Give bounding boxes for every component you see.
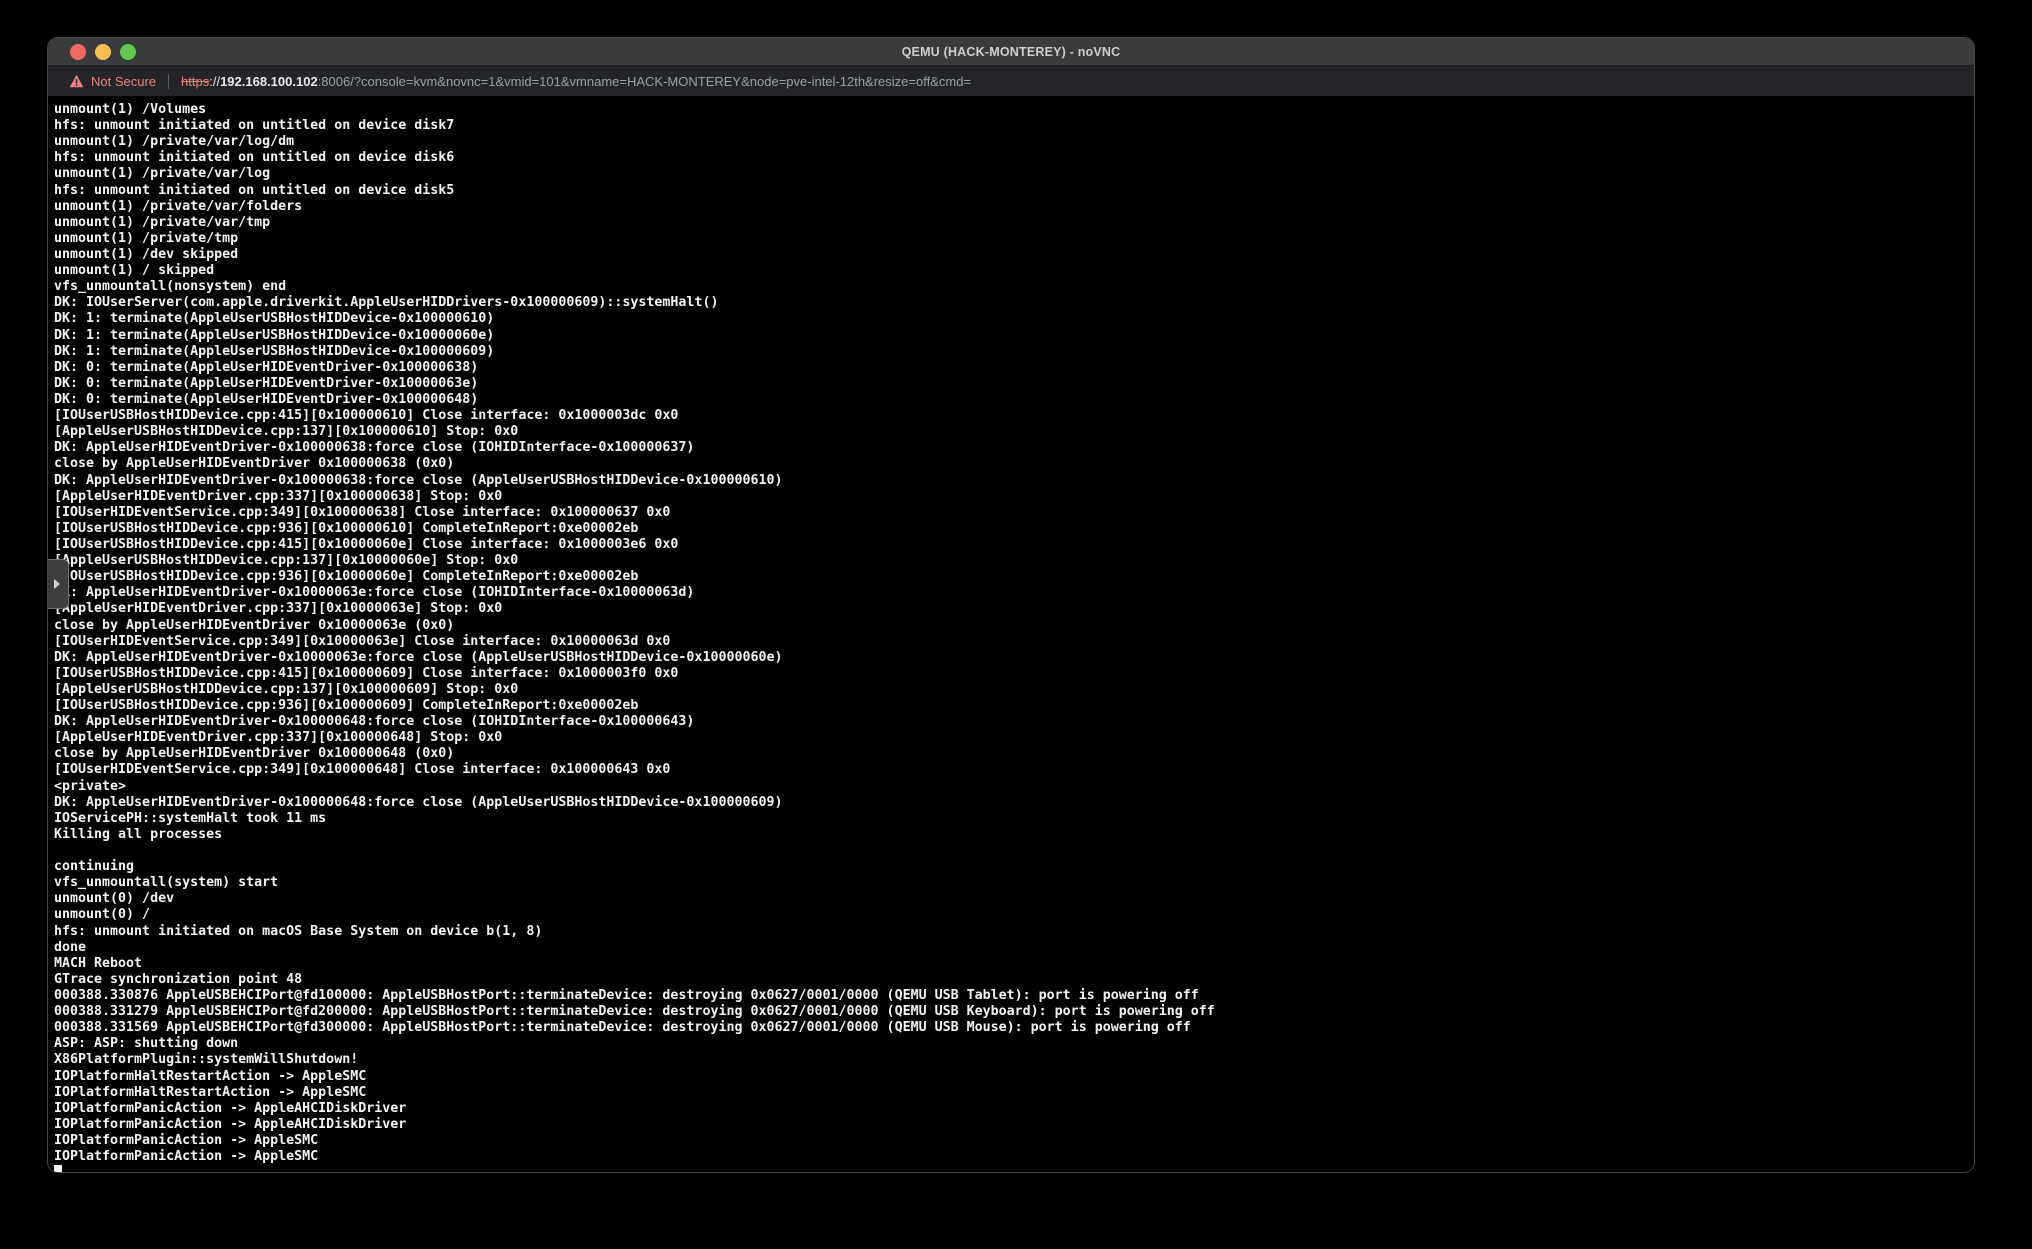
terminal-line: [IOUserUSBHostHIDDevice.cpp:936][0x10000… bbox=[54, 569, 1974, 585]
terminal-line: MACH Reboot bbox=[54, 956, 1974, 972]
terminal-line: X86PlatformPlugin::systemWillShutdown! bbox=[54, 1052, 1974, 1068]
terminal-line: hfs: unmount initiated on untitled on de… bbox=[54, 183, 1974, 199]
url-scheme: https bbox=[181, 74, 209, 89]
toolbar-divider bbox=[168, 74, 169, 89]
terminal-line: unmount(1) /dev skipped bbox=[54, 247, 1974, 263]
browser-app-window: QEMU (HACK-MONTEREY) - noVNC Not Secure … bbox=[47, 37, 1975, 1173]
terminal-line: [IOUserUSBHostHIDDevice.cpp:415][0x10000… bbox=[54, 537, 1974, 553]
terminal-line: 000388.331569 AppleUSBEHCIPort@fd300000:… bbox=[54, 1020, 1974, 1036]
terminal-line: [IOUserUSBHostHIDDevice.cpp:936][0x10000… bbox=[54, 521, 1974, 537]
terminal-line: unmount(1) /private/var/log/dm bbox=[54, 134, 1974, 150]
terminal-line: unmount(1) /Volumes bbox=[54, 102, 1974, 118]
terminal-line: [AppleUserUSBHostHIDDevice.cpp:137][0x10… bbox=[54, 424, 1974, 440]
terminal-line: 000388.331279 AppleUSBEHCIPort@fd200000:… bbox=[54, 1004, 1974, 1020]
terminal-line: close by AppleUserHIDEventDriver 0x10000… bbox=[54, 618, 1974, 634]
terminal-line: GTrace synchronization point 48 bbox=[54, 972, 1974, 988]
terminal-line: [IOUserUSBHostHIDDevice.cpp:415][0x10000… bbox=[54, 666, 1974, 682]
terminal-line: ASP: ASP: shutting down bbox=[54, 1036, 1974, 1052]
terminal-line bbox=[54, 843, 1974, 859]
terminal-line: 000388.330876 AppleUSBEHCIPort@fd100000:… bbox=[54, 988, 1974, 1004]
url-host: 192.168.100.102 bbox=[220, 74, 318, 89]
terminal-line: IOServicePH::systemHalt took 11 ms bbox=[54, 811, 1974, 827]
terminal-cursor bbox=[54, 1165, 62, 1172]
terminal-line: DK: AppleUserHIDEventDriver-0x100000638:… bbox=[54, 473, 1974, 489]
terminal-line: done bbox=[54, 940, 1974, 956]
terminal-line: [IOUserUSBHostHIDDevice.cpp:415][0x10000… bbox=[54, 408, 1974, 424]
terminal-line: IOPlatformPanicAction -> AppleAHCIDiskDr… bbox=[54, 1101, 1974, 1117]
url-path: :8006/?console=kvm&novnc=1&vmid=101&vmna… bbox=[318, 74, 971, 89]
vnc-console[interactable]: unmount(1) /Volumeshfs: unmount initiate… bbox=[48, 97, 1974, 1172]
window-title: QEMU (HACK-MONTEREY) - noVNC bbox=[48, 45, 1974, 59]
terminal-line: unmount(1) /private/var/folders bbox=[54, 199, 1974, 215]
terminal-line: IOPlatformHaltRestartAction -> AppleSMC bbox=[54, 1069, 1974, 1085]
terminal-line: DK: 0: terminate(AppleUserHIDEventDriver… bbox=[54, 360, 1974, 376]
terminal-line: DK: IOUserServer(com.apple.driverkit.App… bbox=[54, 295, 1974, 311]
url-toolbar: Not Secure https://192.168.100.102:8006/… bbox=[48, 66, 1974, 96]
terminal-line: continuing bbox=[54, 859, 1974, 875]
terminal-line: [IOUserUSBHostHIDDevice.cpp:936][0x10000… bbox=[54, 698, 1974, 714]
terminal-line: <private> bbox=[54, 779, 1974, 795]
terminal-line: unmount(0) /dev bbox=[54, 891, 1974, 907]
terminal-line: IOPlatformPanicAction -> AppleSMC bbox=[54, 1133, 1974, 1149]
terminal-line: hfs: unmount initiated on untitled on de… bbox=[54, 118, 1974, 134]
terminal-line: [IOUserHIDEventService.cpp:349][0x100000… bbox=[54, 505, 1974, 521]
terminal-line: [AppleUserHIDEventDriver.cpp:337][0x1000… bbox=[54, 730, 1974, 746]
url-slashes: :// bbox=[209, 74, 220, 89]
terminal-line: unmount(1) /private/var/tmp bbox=[54, 215, 1974, 231]
url-display: https://192.168.100.102:8006/?console=kv… bbox=[181, 74, 971, 89]
terminal-line: DK: AppleUserHIDEventDriver-0x10000063e:… bbox=[54, 650, 1974, 666]
terminal-line: DK: 1: terminate(AppleUserUSBHostHIDDevi… bbox=[54, 328, 1974, 344]
terminal-line: unmount(1) / skipped bbox=[54, 263, 1974, 279]
terminal-line: [AppleUserHIDEventDriver.cpp:337][0x1000… bbox=[54, 489, 1974, 505]
terminal-line: unmount(0) / bbox=[54, 907, 1974, 923]
terminal-line bbox=[54, 1165, 1974, 1172]
terminal-line: hfs: unmount initiated on untitled on de… bbox=[54, 150, 1974, 166]
terminal-line: DK: AppleUserHIDEventDriver-0x100000648:… bbox=[54, 714, 1974, 730]
terminal-line: hfs: unmount initiated on macOS Base Sys… bbox=[54, 924, 1974, 940]
terminal-line: [IOUserHIDEventService.cpp:349][0x100000… bbox=[54, 762, 1974, 778]
terminal-line: unmount(1) /private/tmp bbox=[54, 231, 1974, 247]
terminal-line: unmount(1) /private/var/log bbox=[54, 166, 1974, 182]
terminal-line: [AppleUserHIDEventDriver.cpp:337][0x1000… bbox=[54, 601, 1974, 617]
terminal-line: vfs_unmountall(nonsystem) end bbox=[54, 279, 1974, 295]
terminal-line: close by AppleUserHIDEventDriver 0x10000… bbox=[54, 456, 1974, 472]
terminal-line: IOPlatformPanicAction -> AppleAHCIDiskDr… bbox=[54, 1117, 1974, 1133]
terminal-line: [IOUserHIDEventService.cpp:349][0x100000… bbox=[54, 634, 1974, 650]
terminal-line: DK: 1: terminate(AppleUserUSBHostHIDDevi… bbox=[54, 344, 1974, 360]
terminal-line: IOPlatformPanicAction -> AppleSMC bbox=[54, 1149, 1974, 1165]
novnc-controlbar-handle[interactable] bbox=[48, 559, 69, 609]
terminal-line: DK: AppleUserHIDEventDriver-0x100000648:… bbox=[54, 795, 1974, 811]
terminal-line: DK: 0: terminate(AppleUserHIDEventDriver… bbox=[54, 376, 1974, 392]
chevron-right-icon bbox=[54, 579, 60, 589]
terminal-line: Killing all processes bbox=[54, 827, 1974, 843]
terminal-line: [AppleUserUSBHostHIDDevice.cpp:137][0x10… bbox=[54, 553, 1974, 569]
terminal-line: vfs_unmountall(system) start bbox=[54, 875, 1974, 891]
terminal-line: DK: AppleUserHIDEventDriver-0x100000638:… bbox=[54, 440, 1974, 456]
terminal-line: DK: 1: terminate(AppleUserUSBHostHIDDevi… bbox=[54, 311, 1974, 327]
terminal-line: close by AppleUserHIDEventDriver 0x10000… bbox=[54, 746, 1974, 762]
terminal-line: IOPlatformHaltRestartAction -> AppleSMC bbox=[54, 1085, 1974, 1101]
not-secure-label: Not Secure bbox=[91, 74, 156, 89]
terminal-line: DK: 0: terminate(AppleUserHIDEventDriver… bbox=[54, 392, 1974, 408]
terminal-line: DK: AppleUserHIDEventDriver-0x10000063e:… bbox=[54, 585, 1974, 601]
terminal-line: [AppleUserUSBHostHIDDevice.cpp:137][0x10… bbox=[54, 682, 1974, 698]
not-secure-chip[interactable]: Not Secure bbox=[69, 74, 156, 89]
warning-triangle-icon bbox=[69, 74, 84, 88]
titlebar: QEMU (HACK-MONTEREY) - noVNC bbox=[48, 38, 1974, 66]
terminal-output: unmount(1) /Volumeshfs: unmount initiate… bbox=[54, 102, 1974, 1172]
